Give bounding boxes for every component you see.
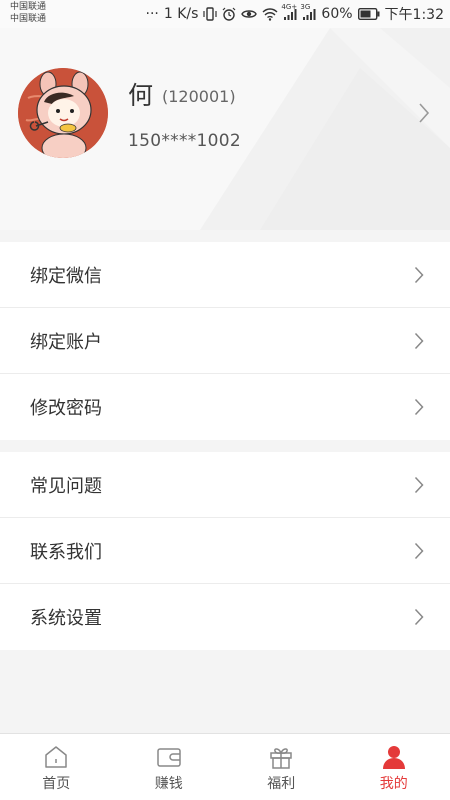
chevron-right-icon[interactable]	[418, 102, 430, 128]
battery-icon	[357, 8, 380, 20]
tab-home[interactable]: 首页	[0, 734, 113, 800]
menu-item-system-settings[interactable]: 系统设置	[0, 584, 450, 650]
more-dots: ···	[145, 6, 159, 22]
gift-icon	[270, 748, 292, 769]
status-indicators: ··· 1 K/s 4G+ 3G 60% 下午1:32	[145, 3, 445, 24]
profile-header[interactable]: 何 (120001) 150****1002	[0, 28, 450, 230]
bottom-tab-bar: 首页 赚钱 福利 我的	[0, 733, 450, 800]
chevron-right-icon	[414, 266, 424, 284]
menu-item-faq[interactable]: 常见问题	[0, 452, 450, 518]
status-bar: 中国联通 中国联通 ··· 1 K/s 4G+ 3G 60% 下午1:32	[0, 0, 450, 28]
net-speed: 1 K/s	[163, 6, 199, 22]
wifi-icon	[262, 7, 278, 21]
menu-item-label: 联系我们	[30, 541, 102, 563]
signal-2-label: 3G	[300, 2, 311, 11]
chevron-right-icon	[414, 542, 424, 560]
tab-earn[interactable]: 赚钱	[113, 734, 226, 800]
signal-1-label: 4G+	[281, 2, 298, 11]
user-phone: 150****1002	[128, 131, 242, 151]
tab-label: 我的	[379, 776, 408, 792]
user-icon	[382, 746, 405, 769]
clock-time: 下午1:32	[384, 7, 444, 23]
wallet-icon	[157, 748, 181, 767]
vibrate-icon	[203, 7, 218, 21]
user-id: (120001)	[162, 87, 236, 106]
carrier-2: 中国联通	[10, 14, 47, 24]
menu-item-bind-wechat[interactable]: 绑定微信	[0, 242, 450, 308]
chevron-right-icon	[414, 608, 424, 626]
avatar-cartoon-icon	[18, 68, 108, 158]
chevron-right-icon	[414, 398, 424, 416]
menu-item-label: 修改密码	[30, 398, 102, 419]
alarm-icon	[222, 7, 236, 21]
user-name: 何	[128, 81, 154, 110]
signal-icon-2: 3G	[300, 3, 316, 21]
chevron-right-icon	[414, 332, 424, 350]
menu-group-support: 常见问题 联系我们 系统设置	[0, 452, 450, 650]
eye-icon	[241, 8, 258, 20]
menu-item-bind-account[interactable]: 绑定账户	[0, 308, 450, 374]
carrier-names: 中国联通 中国联通	[10, 1, 46, 25]
tab-welfare[interactable]: 福利	[225, 734, 338, 800]
tab-mine[interactable]: 我的	[338, 734, 450, 800]
battery-percent: 60%	[321, 6, 353, 22]
signal-icon-1: 4G+	[281, 3, 297, 21]
menu-group-account: 绑定微信 绑定账户 修改密码	[0, 242, 450, 440]
tab-label: 赚钱	[154, 776, 183, 792]
menu-item-label: 系统设置	[30, 608, 102, 629]
menu-item-change-password[interactable]: 修改密码	[0, 374, 450, 440]
chevron-right-icon	[414, 476, 424, 494]
tab-label: 福利	[267, 776, 296, 792]
tab-label: 首页	[42, 776, 71, 792]
carrier-1: 中国联通	[10, 2, 47, 12]
avatar[interactable]	[18, 68, 108, 158]
menu-item-label: 常见问题	[30, 475, 102, 497]
home-icon	[45, 746, 67, 768]
menu-item-label: 绑定微信	[30, 265, 102, 287]
menu-item-contact-us[interactable]: 联系我们	[0, 518, 450, 584]
menu-item-label: 绑定账户	[30, 331, 102, 353]
